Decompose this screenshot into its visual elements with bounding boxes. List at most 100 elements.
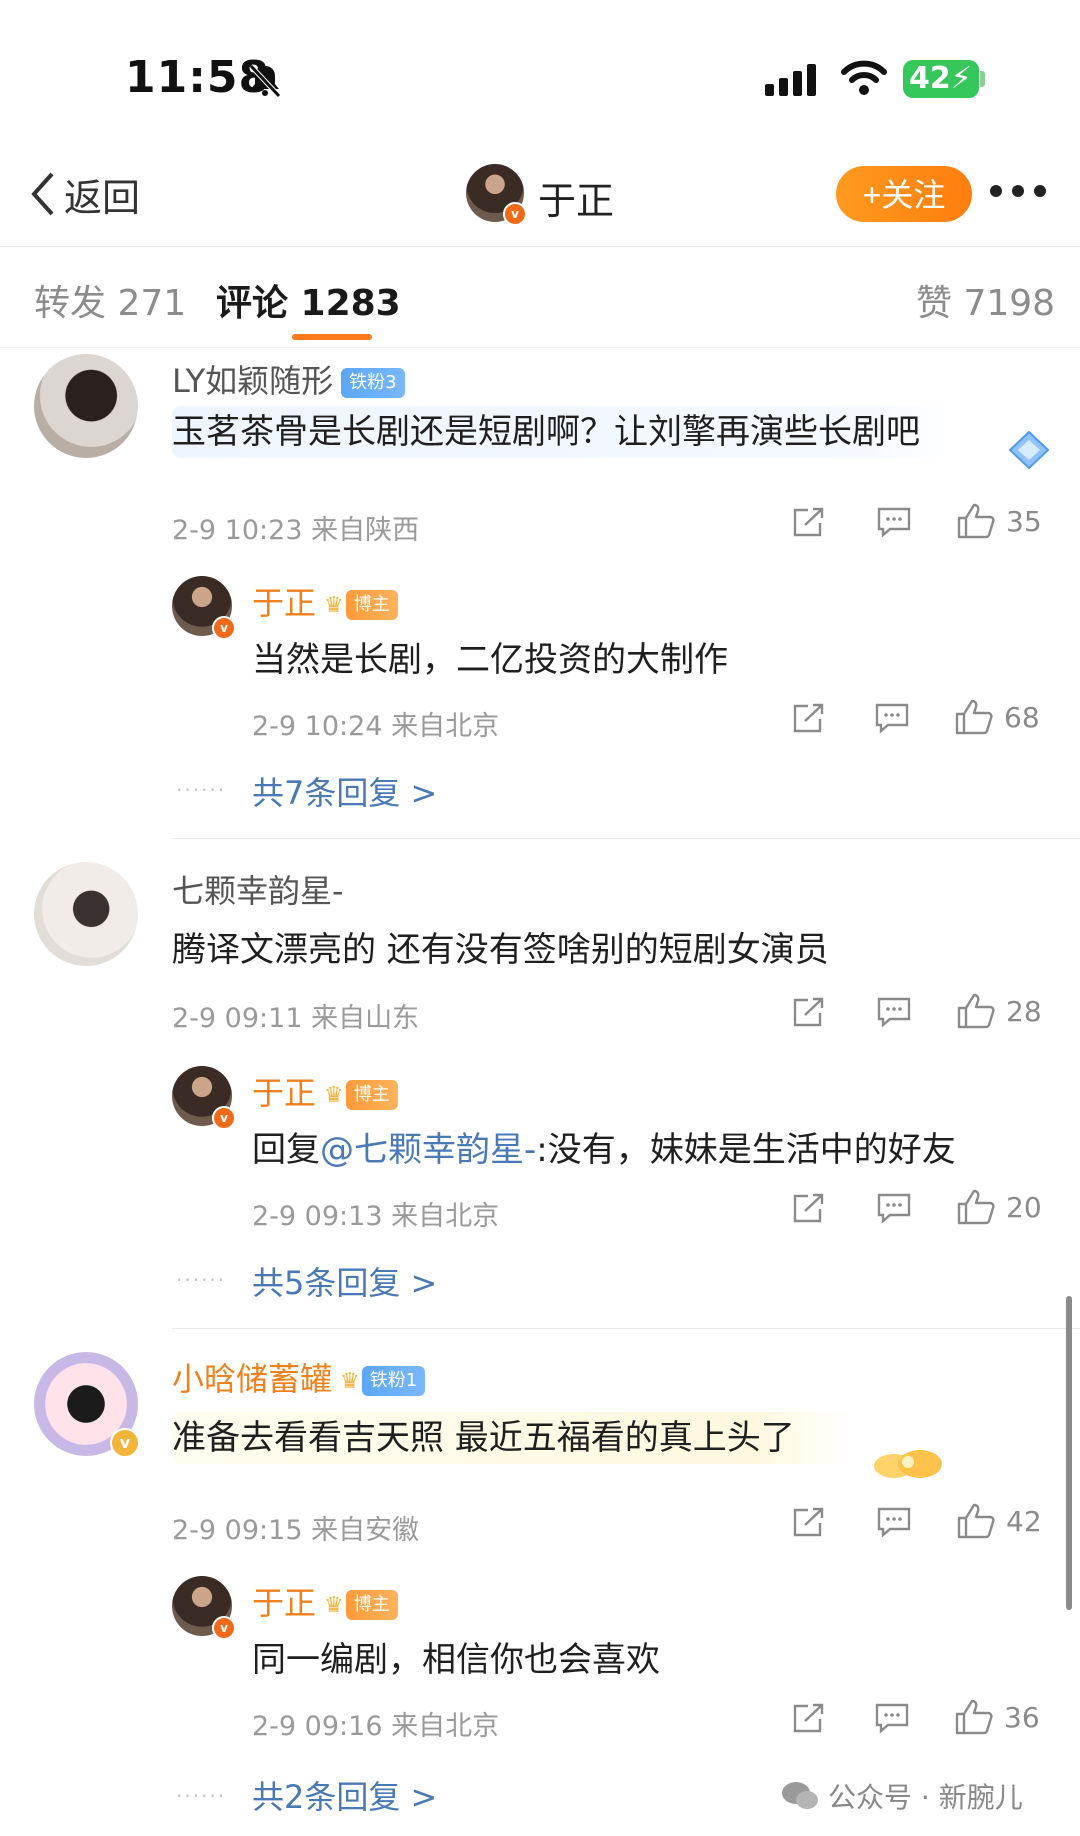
- username-text: 于正: [252, 584, 317, 622]
- replies-dots: ······: [176, 1784, 227, 1808]
- reply-button[interactable]: [876, 1506, 912, 1538]
- tabs-divider: [0, 347, 1080, 348]
- share-icon: [793, 1703, 824, 1733]
- comment-meta: 2-9 09:15 来自安徽: [172, 1515, 420, 1546]
- avatar[interactable]: [34, 354, 138, 458]
- username-text: 于正: [252, 1584, 317, 1622]
- reply-button[interactable]: [876, 506, 912, 538]
- reply-username[interactable]: 于正 ♛ 博主: [252, 1578, 398, 1624]
- replies-dots: ······: [176, 778, 227, 802]
- back-button[interactable]: 返回: [28, 168, 140, 220]
- like-button[interactable]: 20: [956, 1188, 1042, 1226]
- verified-badge-icon: v: [212, 1106, 236, 1130]
- watermark: 公众号 · 新腕儿: [780, 1776, 1023, 1816]
- fan-badge: 铁粉1: [361, 1366, 426, 1396]
- replies-dots: ······: [176, 1268, 227, 1292]
- reply-button[interactable]: [876, 1192, 912, 1224]
- username-text: LY如颖随形: [172, 362, 334, 400]
- diamond-decoration-icon: [1008, 430, 1050, 470]
- verified-badge-icon: v: [212, 616, 236, 640]
- like-button[interactable]: 28: [956, 992, 1042, 1030]
- thumbs-up-icon: [957, 1189, 995, 1225]
- nav-divider: [0, 246, 1080, 247]
- comment-icon: [875, 1703, 909, 1734]
- reply-text: 当然是长剧，二亿投资的大制作: [252, 640, 728, 680]
- wechat-icon: [782, 1782, 818, 1809]
- host-badge: 博主: [345, 1080, 398, 1110]
- scrollbar[interactable]: [1066, 1296, 1072, 1610]
- tab-likes[interactable]: 赞 7198: [916, 274, 1055, 326]
- crown-icon: ♛: [324, 1592, 344, 1618]
- reply-button[interactable]: [876, 996, 912, 1028]
- like-count: 35: [1006, 504, 1042, 538]
- avatar[interactable]: [34, 862, 138, 966]
- back-label: 返回: [64, 175, 141, 220]
- follow-button[interactable]: +关注: [836, 166, 972, 222]
- like-count: 28: [1006, 994, 1042, 1028]
- reply-text: 回复@七颗幸韵星-:没有，妹妹是生活中的好友: [252, 1122, 956, 1171]
- reply-meta: 2-9 10:24 来自北京: [252, 711, 500, 742]
- comment-text-content: 玉茗茶骨是长剧还是短剧啊？让刘擎再演些长剧吧: [172, 406, 950, 458]
- more-replies-link[interactable]: 共5条回复 >: [252, 1258, 437, 1304]
- tab-comments[interactable]: 评论 1283: [216, 274, 401, 326]
- repost-button[interactable]: [792, 1506, 826, 1538]
- reply-prefix: 回复: [252, 1130, 320, 1170]
- comment-divider: [172, 1328, 1080, 1329]
- verified-badge-icon: v: [212, 1616, 236, 1640]
- thumbs-up-icon: [957, 503, 995, 539]
- more-options-button[interactable]: [990, 176, 1046, 206]
- like-count: 20: [1006, 1190, 1042, 1224]
- like-count: 36: [1004, 1700, 1040, 1734]
- thumbs-up-icon: [955, 699, 993, 735]
- active-tab-indicator: [292, 334, 372, 340]
- reply-username[interactable]: 于正 ♛ 博主: [252, 1068, 398, 1114]
- repost-button[interactable]: [792, 506, 826, 538]
- reply-text: 同一编剧，相信你也会喜欢: [252, 1640, 660, 1680]
- page-title: 于正: [538, 179, 615, 223]
- like-button[interactable]: 35: [956, 502, 1042, 540]
- repost-button[interactable]: [792, 1192, 826, 1224]
- fan-badge: 铁粉3: [341, 368, 405, 398]
- tab-repost[interactable]: 转发 271: [34, 274, 186, 326]
- share-icon: [793, 1507, 824, 1537]
- repost-button[interactable]: [792, 702, 826, 734]
- comment-meta: 2-9 10:23 来自陕西: [172, 515, 420, 546]
- signal-icon: [765, 64, 816, 96]
- reply-meta: 2-9 09:13 来自北京: [252, 1201, 500, 1232]
- username-text: 小晗储蓄罐: [172, 1360, 333, 1398]
- wifi-icon: [841, 60, 887, 95]
- more-replies-link[interactable]: 共7条回复 >: [252, 768, 437, 814]
- like-count: 68: [1004, 700, 1040, 734]
- like-button[interactable]: 68: [954, 698, 1040, 736]
- crown-icon: ♛: [324, 592, 344, 618]
- like-button[interactable]: 42: [956, 1502, 1042, 1540]
- more-replies-link[interactable]: 共2条回复 >: [252, 1772, 437, 1818]
- comment-divider: [172, 838, 1080, 839]
- comment-username[interactable]: 小晗储蓄罐 ♛ 铁粉1: [172, 1354, 426, 1400]
- repost-button[interactable]: [792, 996, 826, 1028]
- reply-button[interactable]: [874, 1702, 910, 1734]
- crown-icon: ♛: [340, 1368, 360, 1394]
- comment-text: 腾译文漂亮的 还有没有签啥别的短剧女演员: [172, 930, 829, 970]
- chevron-left-icon: [31, 172, 54, 216]
- reply-button[interactable]: [874, 702, 910, 734]
- battery-indicator: 42⚡: [903, 60, 979, 98]
- share-icon: [793, 507, 824, 537]
- comment-username[interactable]: 七颗幸韵星-: [172, 866, 344, 912]
- reply-username[interactable]: 于正 ♛ 博主: [252, 578, 398, 624]
- watermark-text: 公众号 · 新腕儿: [828, 1781, 1023, 1814]
- comment-text: 玉茗茶骨是长剧还是短剧啊？让刘擎再演些长剧吧: [172, 404, 950, 458]
- like-button[interactable]: 36: [954, 1698, 1040, 1736]
- thumbs-up-icon: [957, 1503, 995, 1539]
- comment-username[interactable]: LY如颖随形 铁粉3: [172, 356, 405, 402]
- repost-button[interactable]: [792, 1702, 826, 1734]
- comment-text-content: 准备去看看吉天照 最近五福看的真上头了: [172, 1412, 855, 1464]
- reply-suffix: :没有，妹妹是生活中的好友: [536, 1130, 956, 1170]
- comment-icon: [877, 997, 911, 1028]
- share-icon: [793, 1193, 824, 1223]
- thumbs-up-icon: [955, 1699, 993, 1735]
- comment-icon: [875, 703, 909, 734]
- comment-icon: [877, 507, 911, 538]
- host-badge: 博主: [345, 590, 398, 620]
- mention-link[interactable]: @七颗幸韵星-: [320, 1130, 536, 1170]
